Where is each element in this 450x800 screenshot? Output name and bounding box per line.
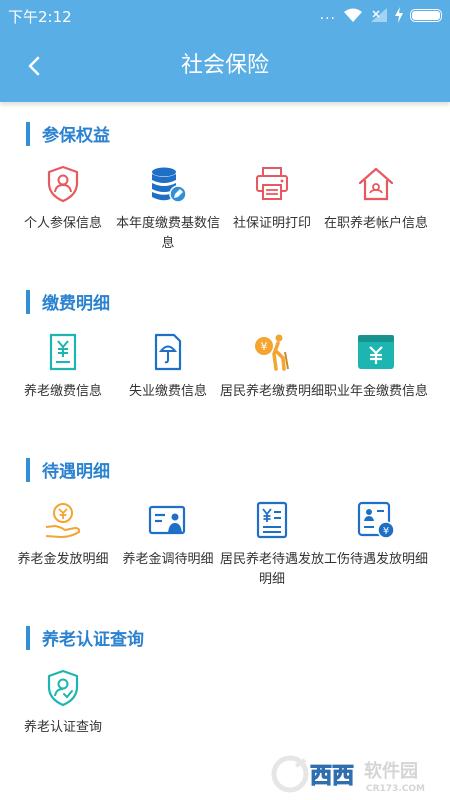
item-unemployment-payment-info[interactable]: 失业缴费信息 — [114, 332, 222, 402]
section-marker — [26, 458, 30, 482]
yuan-document-icon — [49, 333, 77, 371]
item-label: 养老金发放明细 — [17, 552, 109, 567]
item-label: 居民养老缴费明细 — [220, 384, 325, 399]
item-social-insurance-certificate-print[interactable]: 社保证明打印 — [218, 164, 326, 234]
hand-coin-icon — [45, 503, 81, 538]
id-card-icon — [148, 505, 186, 535]
yuan-card-icon — [358, 335, 394, 369]
section-benefit-details: 待遇明细 养老金发放明细 养老金调待明细 居民养老待遇发放明细 ¥ 工伤待遇发放… — [0, 456, 450, 610]
umbrella-document-icon — [154, 333, 182, 371]
section-title: 养老认证查询 — [42, 630, 144, 650]
section-marker — [26, 122, 30, 146]
item-grid: 养老金发放明细 养老金调待明细 居民养老待遇发放明细 ¥ 工伤待遇发放明细 — [0, 500, 450, 610]
section-title: 参保权益 — [42, 126, 110, 146]
section-header: 缴费明细 — [0, 288, 450, 314]
section-enrollment-rights: 参保权益 个人参保信息 本年度缴费基数信息 社保证明打印 在职养老帐户信息 — [0, 120, 450, 274]
status-icons: ... — [320, 5, 442, 25]
svg-text:西西: 西西 — [310, 764, 354, 789]
section-title: 缴费明细 — [42, 294, 110, 314]
section-header: 养老认证查询 — [0, 624, 450, 650]
item-resident-pension-disbursement-details[interactable]: 居民养老待遇发放明细 — [218, 500, 326, 590]
item-personal-enrollment-info[interactable]: 个人参保信息 — [9, 164, 117, 234]
status-time: 下午2:12 — [8, 8, 72, 26]
item-grid: 个人参保信息 本年度缴费基数信息 社保证明打印 在职养老帐户信息 — [0, 164, 450, 274]
yuan-list-icon — [256, 501, 288, 539]
item-grid: 养老缴费信息 失业缴费信息 ¥ 居民养老缴费明细 职业年金缴费信息 — [0, 332, 450, 442]
item-label: 养老金调待明细 — [122, 552, 214, 567]
elderly-person-icon: ¥ — [255, 334, 289, 371]
section-header: 参保权益 — [0, 120, 450, 146]
item-pension-disbursement-details[interactable]: 养老金发放明细 — [9, 500, 117, 570]
page-title: 社会保险 — [180, 53, 269, 78]
printer-icon — [256, 167, 288, 200]
database-edit-icon — [152, 167, 187, 203]
item-label: 职业年金缴费信息 — [324, 384, 429, 399]
shield-check-icon — [47, 669, 79, 707]
item-pension-adjustment-details[interactable]: 养老金调待明细 — [114, 500, 222, 570]
content: 参保权益 个人参保信息 本年度缴费基数信息 社保证明打印 在职养老帐户信息 缴费… — [0, 102, 450, 800]
svg-text:¥: ¥ — [261, 340, 268, 353]
item-work-injury-benefit-details[interactable]: ¥ 工伤待遇发放明细 — [322, 500, 430, 570]
section-marker — [26, 290, 30, 314]
signal-icon — [371, 8, 387, 22]
item-pension-certification-query[interactable]: 养老认证查询 — [9, 668, 117, 738]
section-title: 待遇明细 — [42, 462, 110, 482]
house-account-icon — [358, 167, 394, 201]
shield-person-icon — [47, 165, 79, 203]
svg-text:CR173.COM: CR173.COM — [366, 784, 425, 794]
section-payment-details: 缴费明细 养老缴费信息 失业缴费信息 ¥ 居民养老缴费明细 职业年金缴费信息 — [0, 288, 450, 442]
section-marker — [26, 626, 30, 650]
item-label: 本年度缴费基数信息 — [116, 216, 221, 251]
section-header: 待遇明细 — [0, 456, 450, 482]
item-annual-contribution-base[interactable]: 本年度缴费基数信息 — [114, 164, 222, 254]
watermark: 西西 软件园 CR173.COM — [270, 754, 440, 794]
item-employee-pension-account[interactable]: 在职养老帐户信息 — [322, 164, 430, 234]
item-label: 失业缴费信息 — [128, 384, 207, 399]
item-label: 在职养老帐户信息 — [324, 216, 429, 231]
status-dots: ... — [319, 7, 336, 23]
item-label: 工伤待遇发放明细 — [324, 552, 429, 567]
item-pension-payment-info[interactable]: 养老缴费信息 — [9, 332, 117, 402]
item-label: 社保证明打印 — [232, 216, 311, 231]
battery-icon — [410, 8, 442, 22]
app-bar: 社会保险 — [0, 30, 450, 102]
item-label: 居民养老待遇发放明细 — [220, 552, 325, 587]
injury-doc-icon: ¥ — [357, 501, 395, 539]
item-occupational-annuity-payment-info[interactable]: 职业年金缴费信息 — [322, 332, 430, 402]
item-label: 个人参保信息 — [23, 216, 102, 231]
item-resident-pension-payment-details[interactable]: ¥ 居民养老缴费明细 — [218, 332, 326, 402]
wifi-icon — [344, 8, 362, 22]
charging-icon — [395, 7, 403, 23]
status-bar: 下午2:12 ... — [0, 0, 450, 30]
svg-text:¥: ¥ — [383, 526, 389, 537]
watermark-logo: 西西 软件园 CR173.COM — [271, 755, 425, 794]
item-label: 养老认证查询 — [23, 720, 102, 735]
svg-text:软件园: 软件园 — [364, 760, 418, 782]
item-label: 养老缴费信息 — [23, 384, 102, 399]
